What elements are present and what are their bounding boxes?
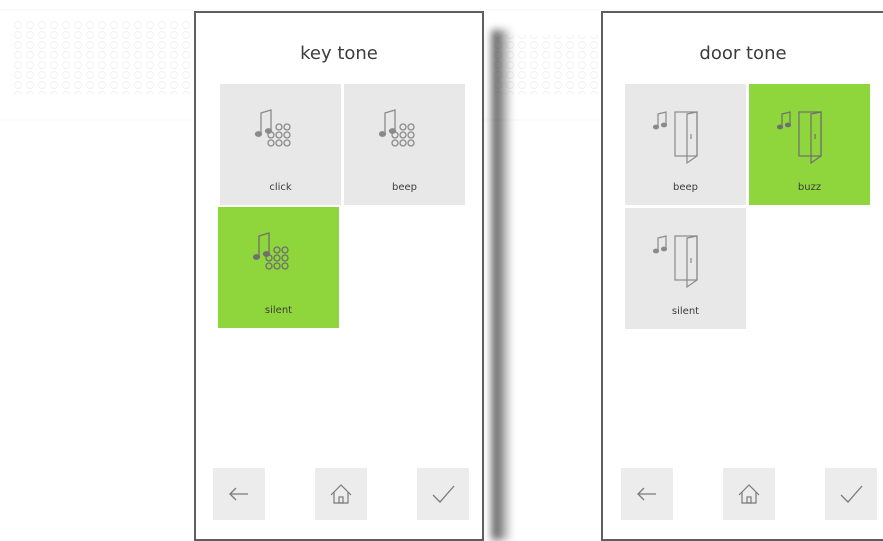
back-button[interactable] [213, 468, 265, 520]
door-tone-screen: door tone beep buzz silent [601, 11, 883, 541]
screen-title: key tone [300, 43, 378, 64]
home-icon [738, 484, 760, 504]
confirm-button[interactable] [417, 468, 469, 520]
home-button[interactable] [315, 468, 367, 520]
home-icon [330, 484, 352, 504]
checkmark-icon [432, 485, 455, 503]
option-label: silent [671, 306, 700, 317]
device-shadow [492, 30, 512, 540]
option-label: buzz [797, 182, 822, 193]
door-music-icon [652, 235, 698, 289]
option-label: beep [392, 182, 417, 193]
option-label: beep [673, 182, 698, 193]
screen-title: door tone [699, 43, 787, 64]
option-beep-tile[interactable]: beep [344, 84, 465, 205]
option-label: click [269, 182, 292, 193]
back-button[interactable] [621, 468, 673, 520]
option-silent-tile[interactable]: silent [218, 207, 339, 328]
option-label: silent [264, 305, 293, 316]
option-click-tile[interactable]: click [220, 84, 341, 205]
door-music-icon [652, 111, 698, 165]
home-button[interactable] [723, 468, 775, 520]
keypad-music-icon [252, 232, 289, 270]
keypad-music-icon [378, 109, 415, 147]
checkmark-icon [840, 485, 863, 503]
arrow-left-icon [229, 487, 248, 501]
key-tone-screen: key tone click beep silent [194, 11, 484, 541]
arrow-left-icon [637, 487, 656, 501]
confirm-button[interactable] [825, 468, 877, 520]
option-silent-tile[interactable]: silent [625, 208, 746, 329]
door-music-icon [776, 111, 822, 165]
option-beep-tile[interactable]: beep [625, 84, 746, 205]
option-buzz-tile[interactable]: buzz [749, 84, 870, 205]
keypad-music-icon [254, 109, 291, 147]
